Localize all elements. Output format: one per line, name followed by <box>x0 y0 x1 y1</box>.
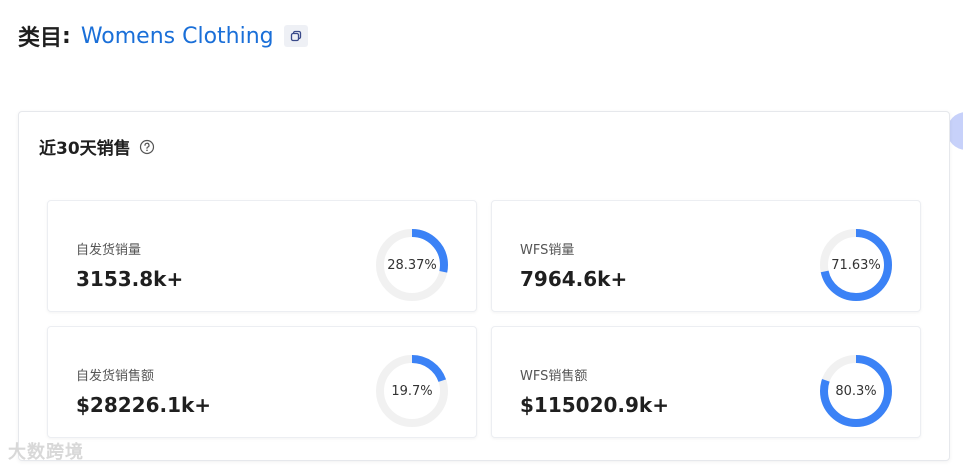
percent-text: 80.3% <box>835 384 876 399</box>
percent-text: 28.37% <box>387 258 437 273</box>
metric-card-fbm-sales: 自发货销售额 $28226.1k+ 19.7% <box>47 326 477 438</box>
metric-label: 自发货销量 <box>76 243 142 258</box>
percent-ring: 71.63% <box>820 229 892 301</box>
category-colon: : <box>62 23 71 49</box>
category-link[interactable]: Womens Clothing <box>81 24 274 49</box>
copy-icon <box>290 30 301 42</box>
panel-title: 近30天销售 <box>39 134 155 159</box>
percent-text: 71.63% <box>831 258 881 273</box>
metric-card-wfs-sales: WFS销售额 $115020.9k+ 80.3% <box>491 326 921 438</box>
watermark: 大数跨境 <box>8 442 84 463</box>
help-circle-icon[interactable] <box>139 139 155 155</box>
metric-label: 自发货销售额 <box>76 369 155 384</box>
panel-title-text: 近30天销售 <box>39 139 131 159</box>
metric-value: $28226.1k+ <box>76 393 212 417</box>
percent-text: 19.7% <box>391 384 432 399</box>
metric-card-wfs-volume: WFS销量 7964.6k+ 71.63% <box>491 200 921 312</box>
metric-label: WFS销量 <box>520 243 575 258</box>
metric-label: WFS销售额 <box>520 369 588 384</box>
sales-panel: 近30天销售 自发货销量 3153.8k+ 28.37% WFS销量 7964.… <box>18 111 950 461</box>
metric-card-fbm-volume: 自发货销量 3153.8k+ 28.37% <box>47 200 477 312</box>
metric-value: 7964.6k+ <box>520 267 628 291</box>
percent-ring: 19.7% <box>376 355 448 427</box>
percent-ring: 80.3% <box>820 355 892 427</box>
category-label: 类目 <box>18 26 63 51</box>
metric-value: 3153.8k+ <box>76 267 184 291</box>
metric-value: $115020.9k+ <box>520 393 669 417</box>
category-header: 类目 : Womens Clothing <box>18 20 308 52</box>
percent-ring: 28.37% <box>376 229 448 301</box>
copy-button[interactable] <box>283 25 308 47</box>
